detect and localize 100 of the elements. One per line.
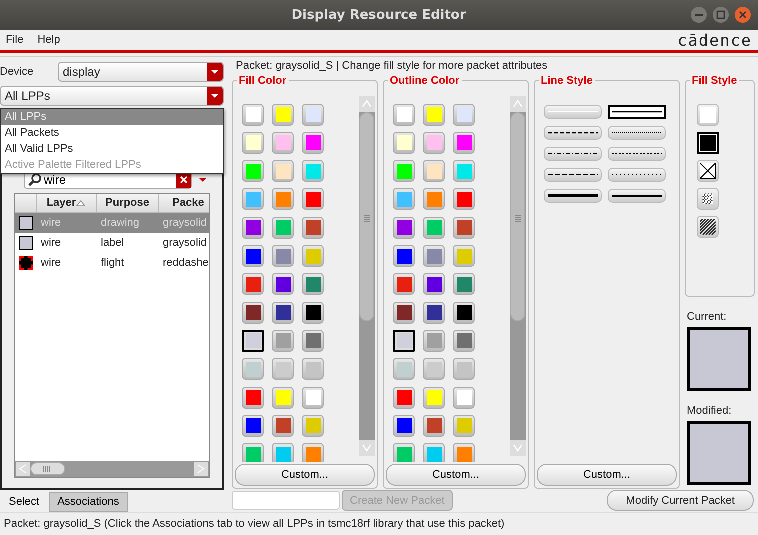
color-swatch[interactable]	[302, 386, 324, 409]
line-style-button[interactable]	[544, 188, 602, 203]
color-swatch[interactable]	[302, 330, 324, 352]
color-swatch[interactable]	[453, 273, 475, 296]
color-swatch[interactable]	[423, 273, 445, 296]
color-swatch[interactable]	[393, 160, 415, 182]
fill-style-button[interactable]	[697, 188, 719, 210]
color-swatch[interactable]	[423, 188, 445, 210]
color-swatch[interactable]	[302, 188, 324, 210]
color-swatch[interactable]	[393, 443, 415, 462]
color-swatch[interactable]	[302, 160, 324, 182]
color-swatch[interactable]	[393, 302, 415, 324]
color-swatch[interactable]	[272, 414, 294, 437]
color-swatch[interactable]	[272, 160, 294, 182]
color-swatch[interactable]	[453, 330, 475, 352]
color-swatch[interactable]	[272, 302, 294, 324]
color-swatch[interactable]	[302, 358, 324, 380]
color-swatch[interactable]	[453, 386, 475, 409]
color-swatch[interactable]	[423, 160, 445, 182]
modify-packet-button[interactable]: Modify Current Packet	[607, 490, 754, 512]
color-swatch[interactable]	[242, 414, 264, 437]
menu-item[interactable]: Help	[38, 34, 60, 46]
color-swatch[interactable]	[242, 160, 264, 182]
color-swatch[interactable]	[423, 132, 445, 154]
custom-button[interactable]: Custom...	[386, 464, 526, 486]
color-swatch[interactable]	[393, 104, 415, 126]
color-swatch[interactable]	[272, 188, 294, 210]
color-swatch[interactable]	[453, 104, 475, 126]
column-header[interactable]: Layer	[37, 194, 97, 212]
line-style-button[interactable]	[544, 168, 602, 182]
table-row[interactable]: wire flight reddashe	[15, 253, 209, 273]
color-swatch[interactable]	[453, 443, 475, 462]
close-button[interactable]	[734, 6, 752, 24]
color-swatch[interactable]	[242, 443, 264, 462]
color-swatch[interactable]	[423, 245, 445, 268]
color-swatch[interactable]	[242, 216, 264, 239]
color-swatch[interactable]	[453, 302, 475, 324]
column-header[interactable]: Packe	[159, 194, 209, 212]
color-swatch[interactable]	[393, 330, 415, 352]
color-swatch[interactable]	[302, 245, 324, 268]
color-swatch[interactable]	[393, 386, 415, 409]
color-swatch[interactable]	[453, 216, 475, 239]
menu-option[interactable]: All Packets	[1, 125, 223, 141]
color-swatch[interactable]	[242, 104, 264, 126]
color-swatch[interactable]	[242, 386, 264, 409]
color-swatch[interactable]	[242, 302, 264, 324]
color-swatch[interactable]	[272, 132, 294, 154]
column-header[interactable]: Purpose	[97, 194, 159, 212]
color-swatch[interactable]	[302, 414, 324, 437]
color-swatch[interactable]	[423, 302, 445, 324]
maximize-button[interactable]	[712, 6, 730, 24]
fill-style-button[interactable]	[697, 216, 719, 238]
color-swatch[interactable]	[453, 245, 475, 268]
line-style-button[interactable]	[608, 126, 666, 140]
line-style-button[interactable]	[608, 188, 666, 203]
filter-dropdown[interactable]: All LPPs	[0, 86, 224, 106]
fill-style-button[interactable]	[697, 160, 719, 182]
color-swatch[interactable]	[393, 414, 415, 437]
table-row[interactable]: wire label graysolid	[15, 233, 209, 253]
color-swatch[interactable]	[302, 273, 324, 296]
line-style-button[interactable]	[544, 126, 602, 140]
custom-button[interactable]: Custom...	[537, 464, 677, 486]
color-swatch[interactable]	[302, 216, 324, 239]
color-swatch[interactable]	[423, 443, 445, 462]
color-swatch[interactable]	[393, 245, 415, 268]
color-swatch[interactable]	[302, 104, 324, 126]
line-style-button[interactable]	[608, 104, 666, 119]
custom-button[interactable]: Custom...	[235, 464, 375, 486]
color-swatch[interactable]	[453, 132, 475, 154]
line-style-button[interactable]	[544, 146, 602, 161]
color-swatch[interactable]	[453, 188, 475, 210]
color-swatch[interactable]	[302, 302, 324, 324]
caret-icon[interactable]	[198, 176, 208, 182]
color-swatch[interactable]	[423, 358, 445, 380]
color-swatch[interactable]	[453, 414, 475, 437]
vertical-scrollbar[interactable]	[510, 96, 526, 456]
color-swatch[interactable]	[423, 216, 445, 239]
horizontal-scrollbar[interactable]	[15, 461, 209, 477]
device-dropdown[interactable]: display	[58, 62, 224, 82]
color-swatch[interactable]	[393, 358, 415, 380]
color-swatch[interactable]	[272, 443, 294, 462]
color-swatch[interactable]	[272, 245, 294, 268]
packet-name-field[interactable]	[232, 491, 340, 510]
tab[interactable]: Associations	[48, 492, 128, 512]
color-swatch[interactable]	[423, 414, 445, 437]
menu-item[interactable]: File	[6, 34, 24, 46]
color-swatch[interactable]	[393, 132, 415, 154]
color-swatch[interactable]	[393, 216, 415, 239]
vertical-scrollbar[interactable]	[359, 96, 375, 456]
color-swatch[interactable]	[453, 358, 475, 380]
color-swatch[interactable]	[423, 330, 445, 352]
line-style-button[interactable]	[608, 146, 666, 161]
color-swatch[interactable]	[393, 273, 415, 296]
color-swatch[interactable]	[242, 132, 264, 154]
color-swatch[interactable]	[302, 443, 324, 462]
color-swatch[interactable]	[242, 245, 264, 268]
color-swatch[interactable]	[393, 188, 415, 210]
color-swatch[interactable]	[453, 160, 475, 182]
minimize-button[interactable]	[690, 6, 708, 24]
color-swatch[interactable]	[272, 330, 294, 352]
